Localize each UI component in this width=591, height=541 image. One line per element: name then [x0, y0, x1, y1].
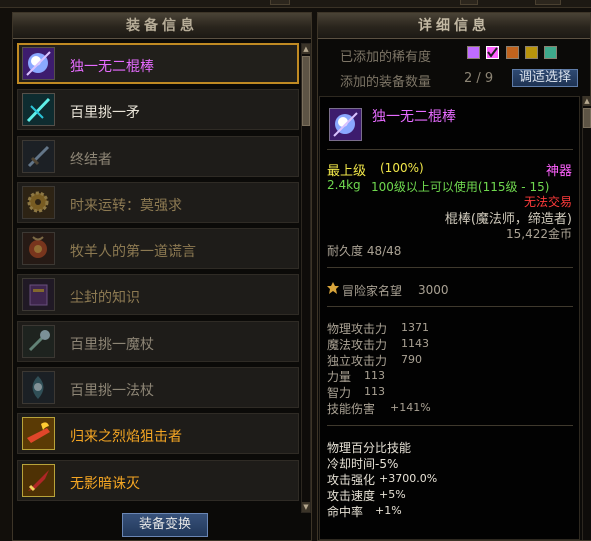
equipment-list-item-label: 百里挑一法杖 [70, 383, 154, 400]
book-icon [22, 278, 55, 312]
divider [327, 425, 573, 426]
equipment-list-item[interactable]: 牧羊人的第一道谎言 [17, 228, 299, 270]
divider [327, 267, 573, 268]
sword-icon [22, 139, 55, 173]
top-toolbar-tab[interactable] [535, 0, 561, 5]
stat-label: 力量 [327, 370, 352, 384]
extra-option-label: 冷却时间-5% [327, 457, 399, 471]
extra-option-value: +1% [375, 504, 402, 517]
wand-icon [22, 324, 55, 358]
gear-icon [22, 185, 55, 219]
stat-value: 113 [364, 369, 385, 382]
item-grade: 最上级 [327, 164, 367, 179]
scroll-up-arrow-icon[interactable]: ▲ [302, 44, 310, 54]
equipment-list-panel: 装备信息 独一无二棍棒 百里挑一矛 终结者 时来运转：莫强求 牧羊人的第一道谎言… [12, 12, 312, 541]
dark-blade-icon [22, 463, 55, 497]
fame-label: 冒险家名望 [342, 284, 403, 298]
spear-icon [22, 93, 55, 127]
equipment-list-item[interactable]: 百里挑一法杖 [17, 367, 299, 409]
item-price: 15,422金币 [506, 227, 572, 241]
equipment-count-value: 2 / 9 [464, 71, 494, 86]
staff-orb-icon [329, 108, 362, 141]
divider [327, 306, 573, 307]
item-rarity: 神器 [545, 164, 572, 179]
equipment-swap-button[interactable]: 装备变换 [122, 513, 208, 537]
extra-option-label: 物理百分比技能 [327, 441, 412, 455]
scroll-down-arrow-icon[interactable]: ▼ [302, 502, 310, 512]
equipment-list-item-label: 无影暗诛灭 [70, 475, 140, 492]
fame-value: 3000 [418, 283, 449, 297]
stat-label: 魔法攻击力 [327, 338, 388, 352]
equipment-list-item-label: 终结者 [70, 151, 112, 168]
extra-option-label: 攻击强化 [327, 473, 376, 487]
equipment-window: 装备信息 独一无二棍棒 百里挑一矛 终结者 时来运转：莫强求 牧羊人的第一道谎言… [0, 0, 591, 541]
top-toolbar-tab[interactable] [270, 0, 290, 5]
stat-label: 独立攻击力 [327, 354, 388, 368]
staff-orb-icon [22, 47, 55, 80]
detail-panel-title: 详细信息 [318, 13, 590, 39]
scroll-up-arrow-icon[interactable]: ▲ [583, 96, 591, 106]
stat-value: 1143 [401, 337, 429, 350]
extra-option-value: +3700.0% [379, 472, 438, 485]
rarity-swatch-checkbox[interactable] [486, 46, 499, 59]
item-weight: 2.4kg [327, 178, 361, 192]
equipment-list-item[interactable]: 终结者 [17, 135, 299, 177]
top-toolbar-tab[interactable] [460, 0, 478, 5]
divider [327, 149, 573, 150]
stat-label: 技能伤害 [327, 402, 376, 416]
flame-gun-icon [22, 417, 55, 451]
extra-option-label: 攻击速度 [327, 489, 376, 503]
item-tooltip: 独一无二棍棒 最上级 (100%) 神器 2.4kg 100级以上可以使用(11… [319, 96, 580, 540]
item-name: 独一无二棍棒 [372, 109, 456, 125]
item-grade-percent: (100%) [380, 161, 424, 175]
equipment-list-item-label: 归来之烈焰狙击者 [70, 429, 182, 446]
equipment-list-scrollbar[interactable]: ▲ ▼ [301, 43, 311, 513]
rarity-swatch-checkbox[interactable] [506, 46, 519, 59]
checkmark-icon [487, 47, 498, 58]
equipment-list-item-label: 尘封的知识 [70, 290, 140, 307]
equipment-list-item[interactable]: 百里挑一矛 [17, 89, 299, 131]
rarity-filter-label: 已添加的稀有度 [340, 50, 432, 65]
equipment-list-item[interactable]: 归来之烈焰狙击者 [17, 413, 299, 455]
fame-icon [326, 281, 340, 298]
stat-label: 智力 [327, 386, 352, 400]
amulet-icon [22, 232, 55, 266]
top-toolbar-strip [0, 0, 591, 8]
equipment-list-item[interactable]: 百里挑一魔杖 [17, 320, 299, 362]
equipment-list-item-label: 独一无二棍棒 [70, 59, 154, 75]
equipment-list-item-label: 时来运转：莫强求 [70, 197, 182, 214]
extra-option-value: +5% [379, 488, 406, 501]
rarity-swatch-checkbox[interactable] [544, 46, 557, 59]
rod-icon [22, 371, 55, 405]
equipment-list-item[interactable]: 无影暗诛灭 [17, 459, 299, 501]
scroll-thumb[interactable] [302, 56, 310, 126]
equipment-list-item-label: 百里挑一矛 [70, 105, 140, 122]
equipment-count-label: 添加的装备数量 [340, 75, 432, 90]
adjust-selection-button[interactable]: 调适选择 [512, 69, 578, 87]
extra-option-label: 命中率 [327, 505, 364, 519]
rarity-swatch-checkbox[interactable] [467, 46, 480, 59]
stat-value: 1371 [401, 321, 429, 334]
scroll-thumb[interactable] [583, 108, 591, 128]
stat-value: 790 [401, 353, 422, 366]
detail-panel: 详细信息 已添加的稀有度 添加的装备数量 2 / 9 调适选择 独一无二棍棒 最… [317, 12, 591, 541]
stat-value: 113 [364, 385, 385, 398]
rarity-swatch-checkbox[interactable] [525, 46, 538, 59]
item-level-requirement: 100级以上可以使用(115级 - 15) [371, 180, 550, 194]
equipment-list: 独一无二棍棒 百里挑一矛 终结者 时来运转：莫强求 牧羊人的第一道谎言 尘封的知… [17, 43, 299, 506]
equipment-list-item[interactable]: 尘封的知识 [17, 274, 299, 316]
item-durability: 耐久度 48/48 [327, 244, 402, 258]
equipment-list-item-label: 牧羊人的第一道谎言 [70, 244, 196, 261]
equipment-list-item[interactable]: 时来运转：莫强求 [17, 181, 299, 223]
stat-label: 物理攻击力 [327, 322, 388, 336]
equipment-list-item-label: 百里挑一魔杖 [70, 336, 154, 353]
detail-scrollbar[interactable]: ▲ [582, 96, 591, 540]
equipment-list-title: 装备信息 [13, 13, 311, 39]
stat-value: +141% [390, 401, 431, 414]
equipment-list-item[interactable]: 独一无二棍棒 [17, 43, 299, 84]
